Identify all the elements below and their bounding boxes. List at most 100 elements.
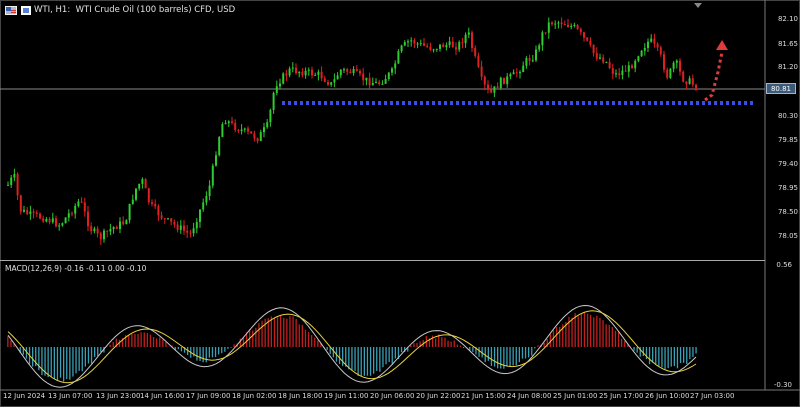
candle-body — [16, 173, 19, 196]
candle-body — [106, 230, 109, 232]
candle-body — [509, 74, 512, 77]
time-tick-label: 21 Jun 15:00 — [461, 392, 506, 400]
macd-histogram-bar — [66, 347, 68, 380]
macd-histogram-bar — [695, 347, 697, 354]
macd-histogram-bar — [611, 326, 613, 347]
macd-histogram-bar — [648, 347, 651, 365]
candle-body — [439, 44, 441, 49]
macd-histogram-bar — [7, 336, 9, 347]
candle-body — [563, 24, 566, 26]
macd-histogram-bar — [332, 347, 334, 358]
candle-body — [301, 71, 304, 76]
candle-body — [247, 128, 249, 132]
macd-histogram-bar — [382, 347, 384, 368]
candle-body — [474, 48, 477, 56]
candle-body — [42, 218, 45, 222]
candle-body — [416, 43, 419, 45]
candle-body — [323, 78, 326, 82]
time-tick-label: 14 Jun 16:00 — [140, 392, 185, 400]
macd-histogram-bar — [208, 347, 210, 358]
candle-body — [333, 79, 336, 83]
macd-histogram-bar — [667, 347, 669, 369]
macd-histogram-bar — [47, 347, 49, 378]
candle-body — [218, 137, 221, 156]
macd-histogram-bar — [658, 347, 660, 366]
macd-histogram-bar — [366, 347, 369, 376]
macd-histogram-bar — [593, 317, 595, 347]
candle-body — [135, 188, 137, 200]
macd-histogram-bar — [394, 347, 396, 359]
candle-body — [378, 81, 381, 85]
time-tick-label: 25 Jun 17:00 — [599, 392, 644, 400]
macd-histogram-bar — [683, 347, 685, 363]
candle-body — [435, 48, 438, 50]
candle-body — [691, 78, 694, 85]
macd-histogram-bar — [252, 330, 254, 347]
macd-histogram-bar — [280, 315, 282, 347]
candle-body — [87, 211, 89, 227]
price-tick-label: 78.50 — [777, 208, 798, 216]
macd-histogram-bar — [146, 332, 148, 347]
macd-histogram-bar — [53, 347, 55, 379]
candle-body — [51, 218, 54, 223]
candle-body — [455, 47, 457, 50]
candle-body — [163, 218, 166, 220]
candle-body — [263, 127, 265, 133]
macd-histogram-bar — [490, 347, 493, 366]
candle-body — [663, 54, 665, 70]
candle-body — [589, 40, 592, 45]
candle-body — [199, 209, 201, 222]
macd-histogram-bar — [276, 317, 279, 347]
candle-body — [615, 73, 617, 75]
macd-histogram-bar — [218, 347, 220, 355]
candle-body — [330, 82, 333, 85]
macd-histogram-bar — [140, 332, 142, 347]
candle-body — [215, 155, 217, 166]
macd-histogram-bar — [400, 347, 403, 353]
macd-histogram-bar — [661, 347, 663, 368]
candle-body — [595, 52, 598, 59]
candle-body — [397, 51, 400, 64]
macd-histogram-bar — [602, 320, 604, 347]
macd-histogram-bar — [515, 347, 517, 366]
time-tick-label: 26 Jun 10:00 — [645, 392, 690, 400]
macd-histogram-bar — [450, 341, 452, 347]
candle-body — [467, 32, 470, 35]
candle-body — [240, 129, 243, 132]
pane-separator[interactable] — [0, 260, 765, 261]
macd-histogram-bar — [506, 347, 508, 366]
candle-body — [407, 41, 409, 43]
candle-body — [183, 225, 185, 231]
time-tick-label: 27 Jun 03:00 — [690, 392, 735, 400]
candle-body — [128, 203, 131, 221]
price-tick-label: 78.95 — [777, 184, 798, 192]
candle-body — [464, 34, 467, 44]
macd-histogram-bar — [227, 347, 229, 349]
macd-histogram-bar — [652, 347, 654, 363]
macd-histogram-bar — [605, 324, 607, 347]
macd-histogram-bar — [180, 347, 183, 352]
candle-body — [355, 68, 358, 71]
candle-body — [64, 217, 67, 224]
macd-histogram-bar — [149, 334, 152, 347]
macd-histogram-bar — [314, 337, 316, 347]
candle-body — [23, 209, 25, 212]
candle-body — [29, 211, 32, 215]
time-tick-label: 20 Jun 06:00 — [370, 392, 415, 400]
macd-histogram-bar — [134, 334, 136, 347]
macd-histogram-bar — [233, 344, 235, 347]
macd-histogram-bar — [599, 317, 601, 347]
macd-histogram-bar — [84, 347, 86, 367]
macd-histogram-bar — [211, 347, 214, 358]
candle-body — [685, 81, 688, 84]
macd-histogram-bar — [453, 340, 455, 347]
macd-histogram-bar — [521, 347, 524, 359]
macd-histogram-bar — [574, 313, 576, 347]
macd-histogram-bar — [391, 347, 393, 364]
candle-body — [131, 199, 134, 204]
macd-scale-bottom: -0.30 — [773, 381, 792, 389]
price-chart[interactable] — [0, 0, 800, 407]
macd-histogram-bar — [90, 347, 93, 364]
candle-body — [122, 221, 125, 225]
candle-body — [506, 76, 509, 85]
